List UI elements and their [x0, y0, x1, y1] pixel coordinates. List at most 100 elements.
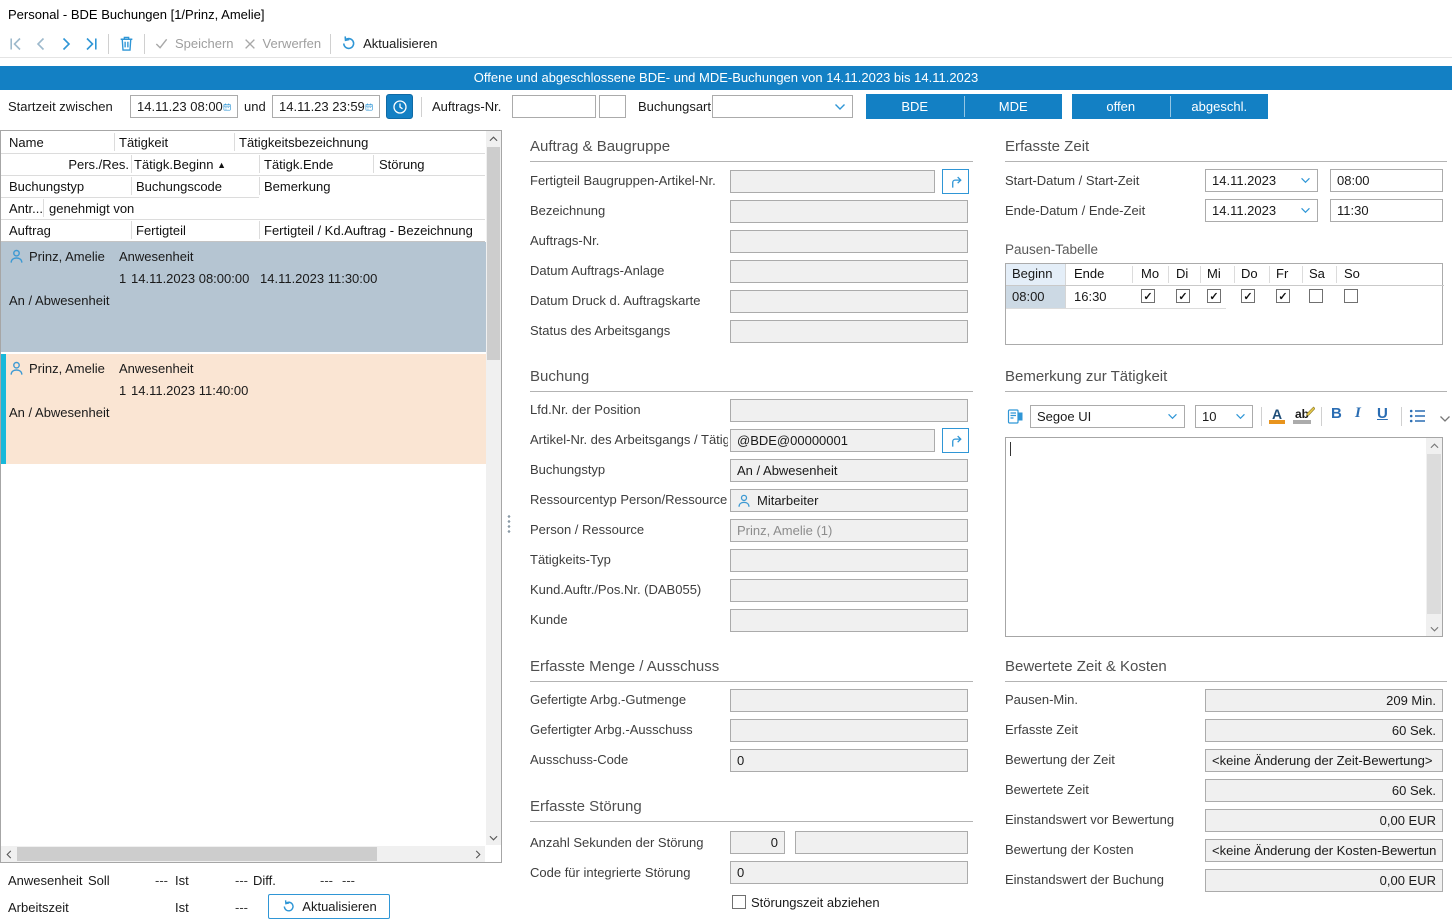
- buchungsart-select[interactable]: [712, 95, 853, 118]
- artikel-nr-arbeitsgang-field[interactable]: [730, 429, 935, 452]
- scroll-right-icon[interactable]: [470, 846, 485, 862]
- einstandswert-vor-field[interactable]: [1205, 809, 1443, 832]
- stoerung-sekunden-extra-field[interactable]: [795, 831, 968, 854]
- bold-button[interactable]: B: [1331, 405, 1342, 422]
- text-template-button[interactable]: [1007, 408, 1024, 428]
- lfd-nr-field[interactable]: [730, 399, 968, 422]
- pause-day-di-checkbox[interactable]: [1176, 289, 1190, 303]
- col-genehmigt-von[interactable]: genehmigt von: [49, 201, 134, 216]
- col-stoerung[interactable]: Störung: [379, 157, 425, 172]
- stoerungszeit-abziehen-checkbox[interactable]: [732, 895, 746, 909]
- kunde-field[interactable]: [730, 609, 968, 632]
- font-family-select[interactable]: Segoe UI: [1030, 405, 1185, 428]
- scroll-thumb[interactable]: [487, 147, 500, 360]
- nav-prev-button[interactable]: [33, 36, 49, 52]
- col-name[interactable]: Name: [9, 135, 44, 150]
- pausen-col-ende[interactable]: Ende: [1074, 266, 1104, 281]
- col-taetigk-beginn[interactable]: Tätigk.Beginn ▲: [134, 157, 226, 172]
- pausen-min-field[interactable]: [1205, 689, 1443, 712]
- col-pers-res[interactable]: Pers./Res.: [61, 157, 129, 172]
- pausen-col-sa[interactable]: Sa: [1309, 266, 1325, 281]
- bullet-list-button[interactable]: [1409, 408, 1427, 427]
- underline-button[interactable]: U: [1377, 405, 1388, 422]
- delete-button[interactable]: [118, 35, 135, 52]
- pause-day-do-checkbox[interactable]: [1241, 289, 1255, 303]
- col-auftrag[interactable]: Auftrag: [9, 223, 51, 238]
- mde-toggle-button[interactable]: MDE: [965, 94, 1063, 119]
- datum-auftrags-anlage-field[interactable]: [730, 260, 968, 283]
- scroll-down-icon[interactable]: [486, 830, 501, 845]
- bewertung-zeit-field[interactable]: [1205, 749, 1443, 772]
- bewertete-zeit-field[interactable]: [1205, 779, 1443, 802]
- save-button[interactable]: Speichern: [154, 36, 234, 51]
- col-buchungstyp[interactable]: Buchungstyp: [9, 179, 84, 194]
- pausen-col-so[interactable]: So: [1344, 266, 1360, 281]
- scroll-thumb[interactable]: [17, 847, 377, 861]
- pause-day-mo-checkbox[interactable]: [1141, 289, 1155, 303]
- jump-to-artikel-button[interactable]: [942, 169, 969, 194]
- start-zeit-input[interactable]: [1330, 169, 1443, 192]
- erfasste-zeit-field[interactable]: [1205, 719, 1443, 742]
- einstandswert-buchung-field[interactable]: [1205, 869, 1443, 892]
- taetigkeits-typ-field[interactable]: [730, 549, 968, 572]
- col-fertigteil[interactable]: Fertigteil: [136, 223, 186, 238]
- refresh-button[interactable]: Aktualisieren: [340, 35, 437, 52]
- kund-auftr-pos-field[interactable]: [730, 579, 968, 602]
- font-size-select[interactable]: 10: [1195, 405, 1253, 428]
- scroll-left-icon[interactable]: [1, 846, 16, 862]
- italic-button[interactable]: I: [1355, 405, 1361, 422]
- ausschuss-field[interactable]: [730, 719, 968, 742]
- pausen-col-beginn[interactable]: Beginn: [1006, 264, 1066, 285]
- scroll-up-icon[interactable]: [1426, 438, 1442, 453]
- col-bemerkung[interactable]: Bemerkung: [264, 179, 330, 194]
- buchungstyp-field[interactable]: [730, 459, 968, 482]
- pause-day-mi-checkbox[interactable]: [1207, 289, 1221, 303]
- col-buchungscode[interactable]: Buchungscode: [136, 179, 222, 194]
- person-ressource-field[interactable]: [730, 519, 968, 542]
- ende-datum-select[interactable]: 14.11.2023: [1205, 199, 1318, 222]
- jump-to-arbeitsgang-button[interactable]: [942, 428, 969, 453]
- end-date-input[interactable]: 14.11.23 23:59: [272, 95, 380, 118]
- discard-button[interactable]: Verwerfen: [243, 36, 322, 51]
- bemerkung-editor[interactable]: [1005, 437, 1443, 637]
- status-arbeitsgang-field[interactable]: [730, 320, 968, 343]
- ressourcentyp-field[interactable]: Mitarbeiter: [730, 489, 968, 512]
- stoerung-code-field[interactable]: [730, 861, 968, 884]
- nav-next-button[interactable]: [58, 36, 74, 52]
- pause-beginn-cell[interactable]: 08:00: [1006, 286, 1066, 308]
- scroll-down-icon[interactable]: [1426, 621, 1442, 636]
- col-antrag[interactable]: Antr...: [9, 201, 43, 216]
- pause-ende-cell[interactable]: 16:30: [1074, 289, 1107, 304]
- ende-zeit-input[interactable]: [1330, 199, 1443, 222]
- booking-row-selected[interactable]: Prinz, Amelie Anwesenheit 1 14.11.2023 0…: [1, 242, 486, 352]
- stoerung-sekunden-field[interactable]: [730, 831, 785, 854]
- scroll-up-icon[interactable]: [486, 131, 501, 146]
- bewertung-kosten-field[interactable]: [1205, 839, 1443, 862]
- font-color-button[interactable]: A: [1269, 406, 1285, 424]
- nav-last-button[interactable]: [83, 36, 99, 52]
- booking-row-open[interactable]: Prinz, Amelie Anwesenheit 1 14.11.2023 1…: [1, 354, 486, 464]
- auftrag-nr-input[interactable]: [512, 95, 596, 118]
- col-taetigkeitsbezeichnung[interactable]: Tätigkeitsbezeichnung: [239, 135, 368, 150]
- list-horizontal-scrollbar[interactable]: [1, 846, 485, 862]
- col-fertigteil-bezeichnung[interactable]: Fertigteil / Kd.Auftrag - Bezeichnung: [264, 223, 473, 238]
- auftrag-nr-input-2[interactable]: [599, 95, 626, 118]
- gutmenge-field[interactable]: [730, 689, 968, 712]
- pause-day-fr-checkbox[interactable]: [1276, 289, 1290, 303]
- fertigteil-artikel-nr-field[interactable]: [730, 170, 935, 193]
- auftrags-nr-field[interactable]: [730, 230, 968, 253]
- editor-vertical-scrollbar[interactable]: [1426, 438, 1442, 636]
- pausen-col-di[interactable]: Di: [1176, 266, 1188, 281]
- scroll-thumb[interactable]: [1427, 454, 1441, 614]
- pausen-col-mo[interactable]: Mo: [1141, 266, 1159, 281]
- col-taetigkeit[interactable]: Tätigkeit: [119, 135, 168, 150]
- abgeschl-toggle-button[interactable]: abgeschl.: [1171, 94, 1269, 119]
- toolbar-more-button[interactable]: [1439, 411, 1451, 426]
- list-vertical-scrollbar[interactable]: [486, 131, 501, 845]
- pause-day-sa-checkbox[interactable]: [1309, 289, 1323, 303]
- pausen-col-mi[interactable]: Mi: [1207, 266, 1221, 281]
- pause-day-so-checkbox[interactable]: [1344, 289, 1358, 303]
- bezeichnung-field[interactable]: [730, 200, 968, 223]
- datum-druck-field[interactable]: [730, 290, 968, 313]
- bde-toggle-button[interactable]: BDE: [866, 94, 964, 119]
